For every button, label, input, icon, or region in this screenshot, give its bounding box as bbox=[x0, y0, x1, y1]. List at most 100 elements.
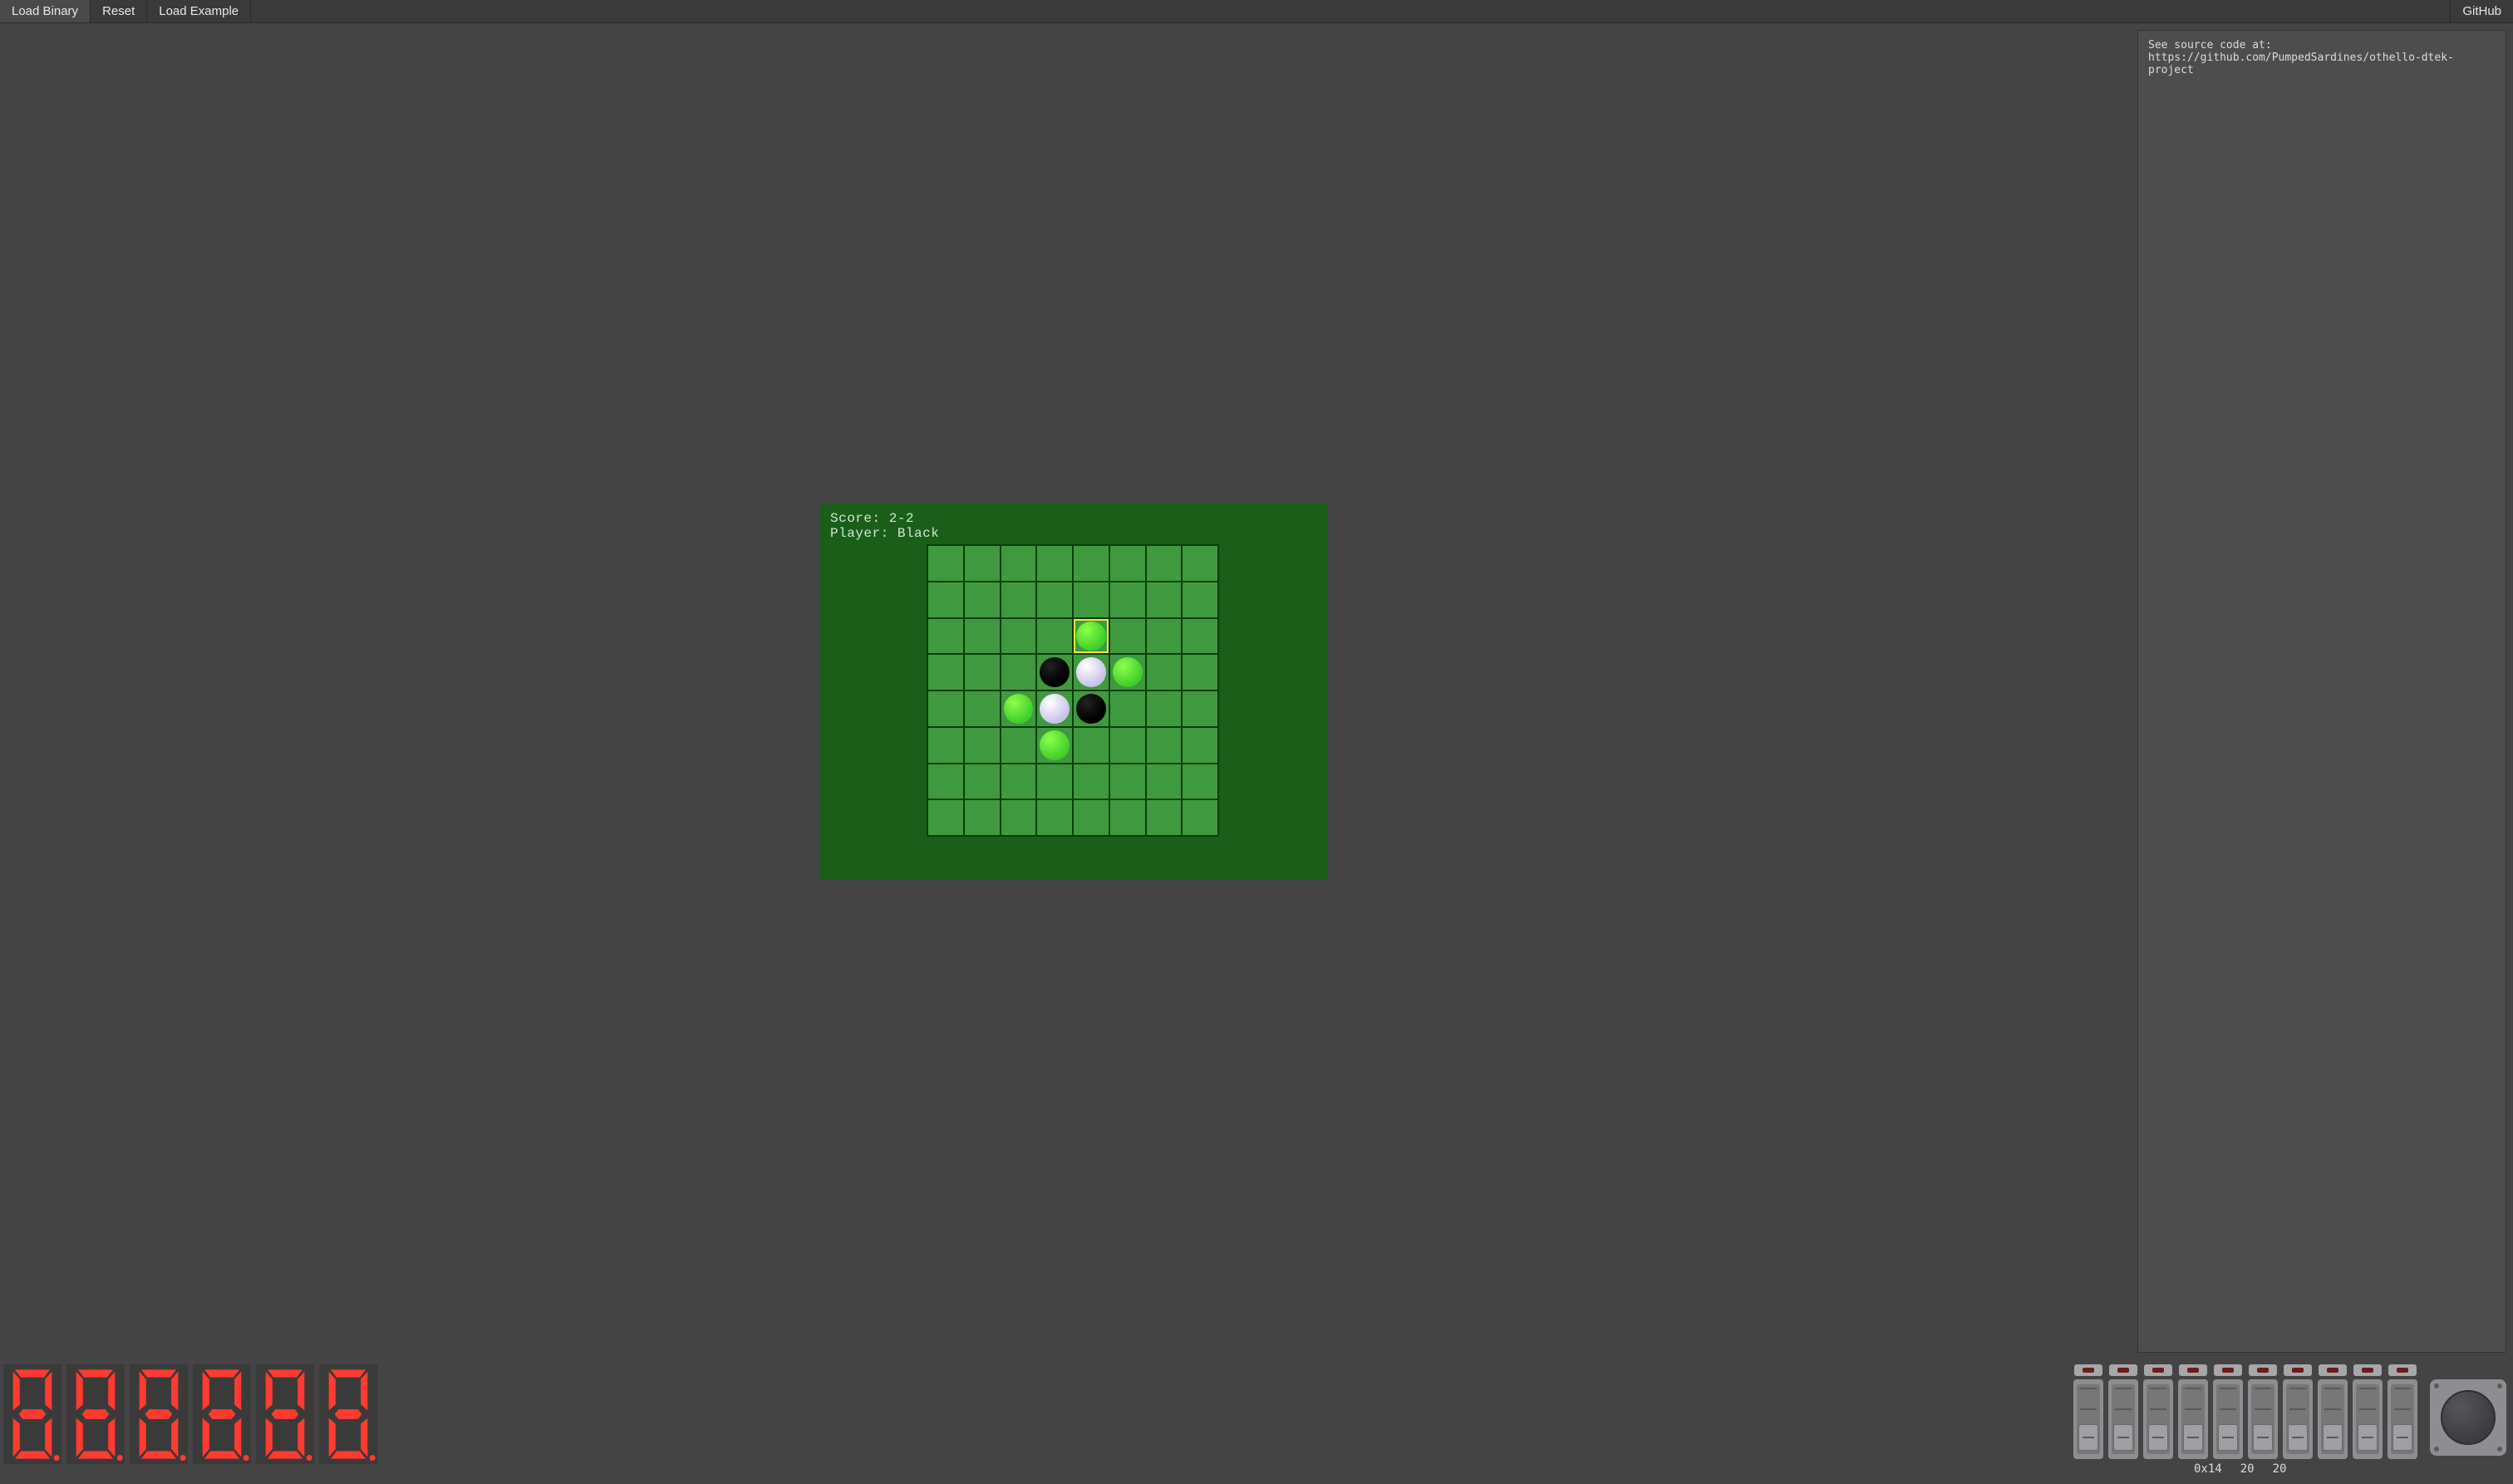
board-cell bbox=[1183, 800, 1217, 835]
board-cell bbox=[965, 655, 1000, 690]
led-indicator bbox=[2388, 1364, 2417, 1376]
board-cell bbox=[965, 800, 1000, 835]
board-cell bbox=[1037, 691, 1072, 726]
board-cell bbox=[1074, 655, 1109, 690]
board-cell bbox=[1037, 655, 1072, 690]
led-bulb-icon bbox=[2222, 1368, 2234, 1373]
board-cell bbox=[1001, 546, 1036, 581]
toggle-switch[interactable] bbox=[2108, 1379, 2138, 1459]
reset-button[interactable]: Reset bbox=[91, 0, 147, 22]
board-cell bbox=[1110, 728, 1145, 763]
led-indicator bbox=[2284, 1364, 2312, 1376]
slider-knob bbox=[2218, 1424, 2238, 1451]
slider-knob bbox=[2183, 1424, 2203, 1451]
led-bulb-icon bbox=[2152, 1368, 2164, 1373]
hint-disc bbox=[1113, 657, 1143, 687]
board-cell bbox=[1183, 619, 1217, 654]
load-example-button[interactable]: Load Example bbox=[147, 0, 251, 22]
led-indicator bbox=[2144, 1364, 2172, 1376]
vga-screen: Score: 2-2 Player: Black bbox=[820, 503, 1327, 880]
board-cell bbox=[1147, 691, 1182, 726]
controls-column: 0x14 20 20 bbox=[2073, 1364, 2506, 1476]
io-column bbox=[2177, 1364, 2209, 1459]
push-button-cap bbox=[2441, 1390, 2496, 1445]
toggle-switch[interactable] bbox=[2353, 1379, 2383, 1459]
board-cell bbox=[965, 691, 1000, 726]
led-indicator bbox=[2214, 1364, 2242, 1376]
io-column bbox=[2107, 1364, 2139, 1459]
board-cell bbox=[1074, 800, 1109, 835]
readout-row: 0x14 20 20 bbox=[2073, 1459, 2286, 1476]
board-cell bbox=[1183, 582, 1217, 617]
toggle-switch[interactable] bbox=[2143, 1379, 2173, 1459]
seven-segment-digit bbox=[256, 1364, 314, 1464]
slider-knob bbox=[2358, 1424, 2378, 1451]
toggle-switch[interactable] bbox=[2248, 1379, 2278, 1459]
seven-segment-row bbox=[3, 1364, 377, 1464]
slider-knob bbox=[2393, 1424, 2412, 1451]
io-column bbox=[2352, 1364, 2383, 1459]
menubar: Load Binary Reset Load Example GitHub bbox=[0, 0, 2513, 23]
io-column bbox=[2247, 1364, 2279, 1459]
led-indicator bbox=[2319, 1364, 2347, 1376]
board-cell bbox=[928, 728, 963, 763]
player-text: Player: Black bbox=[830, 526, 1317, 541]
readout-dec1: 20 bbox=[2240, 1462, 2255, 1476]
hint-disc bbox=[1040, 730, 1070, 760]
board-cell bbox=[1001, 619, 1036, 654]
seven-segment-digit bbox=[3, 1364, 61, 1464]
toggle-switch[interactable] bbox=[2213, 1379, 2243, 1459]
bottom-panel: 0x14 20 20 bbox=[0, 1359, 2513, 1484]
toggle-switch[interactable] bbox=[2073, 1379, 2103, 1459]
board-cell bbox=[1110, 655, 1145, 690]
led-bulb-icon bbox=[2117, 1368, 2129, 1373]
led-bulb-icon bbox=[2083, 1368, 2094, 1373]
black-disc bbox=[1040, 657, 1070, 687]
white-disc bbox=[1040, 694, 1070, 724]
io-column bbox=[2142, 1364, 2174, 1459]
board-cell bbox=[1183, 764, 1217, 799]
board-cell bbox=[928, 619, 963, 654]
board-cell bbox=[928, 800, 963, 835]
load-binary-button[interactable]: Load Binary bbox=[0, 0, 91, 22]
led-bulb-icon bbox=[2292, 1368, 2304, 1373]
board-cell bbox=[1037, 619, 1072, 654]
board-cell bbox=[1001, 764, 1036, 799]
board-cell bbox=[965, 582, 1000, 617]
toggle-switch[interactable] bbox=[2318, 1379, 2348, 1459]
github-link[interactable]: GitHub bbox=[2450, 0, 2513, 22]
console-output[interactable]: See source code at: https://github.com/P… bbox=[2137, 30, 2506, 1353]
board-cell bbox=[1183, 728, 1217, 763]
io-cluster bbox=[2073, 1364, 2506, 1459]
led-bulb-icon bbox=[2187, 1368, 2199, 1373]
toggle-switch[interactable] bbox=[2283, 1379, 2313, 1459]
seven-segment-digit bbox=[193, 1364, 251, 1464]
led-indicator bbox=[2109, 1364, 2137, 1376]
led-indicator bbox=[2179, 1364, 2207, 1376]
toggle-switch[interactable] bbox=[2388, 1379, 2417, 1459]
board-cell bbox=[1147, 582, 1182, 617]
board-cell bbox=[1001, 691, 1036, 726]
toggle-switch[interactable] bbox=[2178, 1379, 2208, 1459]
led-bulb-icon bbox=[2327, 1368, 2338, 1373]
board-cell bbox=[1110, 691, 1145, 726]
board-cell bbox=[1037, 546, 1072, 581]
board-cell bbox=[1110, 619, 1145, 654]
board-cell bbox=[928, 764, 963, 799]
seven-segment-digit bbox=[130, 1364, 188, 1464]
board-cell bbox=[1147, 764, 1182, 799]
board-cell bbox=[1183, 655, 1217, 690]
led-indicator bbox=[2353, 1364, 2382, 1376]
board-cell bbox=[1001, 728, 1036, 763]
push-button[interactable] bbox=[2430, 1379, 2506, 1456]
white-disc bbox=[1076, 657, 1106, 687]
board-cell bbox=[1183, 691, 1217, 726]
io-column bbox=[2387, 1364, 2418, 1459]
board-cell bbox=[965, 764, 1000, 799]
board-cell bbox=[1001, 800, 1036, 835]
board-cell bbox=[1110, 800, 1145, 835]
main-area: Score: 2-2 Player: Black See source code… bbox=[0, 23, 2513, 1359]
slider-knob bbox=[2078, 1424, 2098, 1451]
board-cell bbox=[928, 691, 963, 726]
board-cell bbox=[1147, 800, 1182, 835]
